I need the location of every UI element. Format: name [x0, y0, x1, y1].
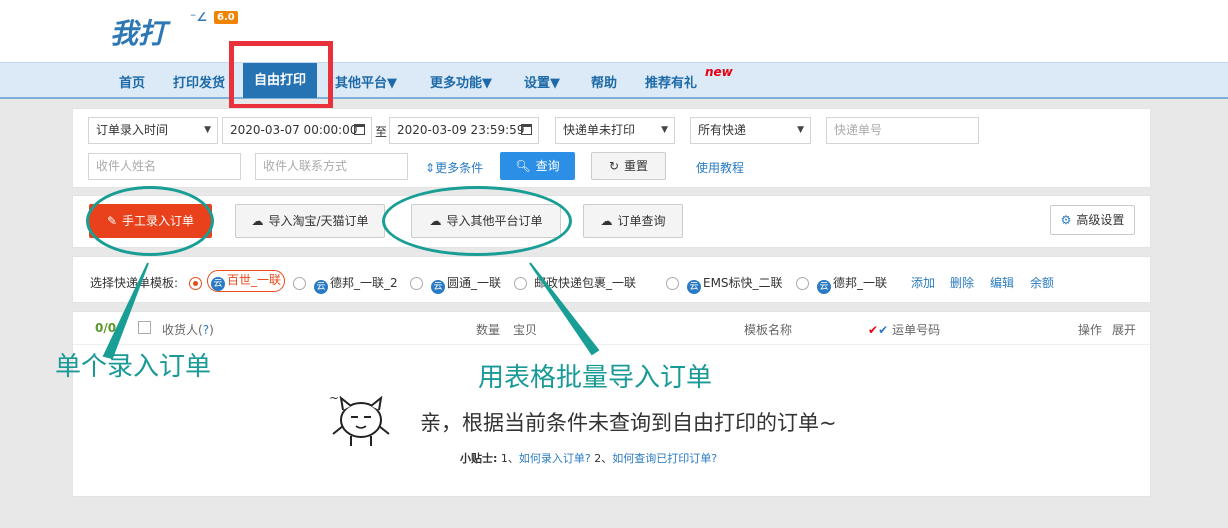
annotation-batch-import: 用表格批量导入订单 — [478, 363, 713, 393]
annotation-single-entry: 单个录入订单 — [55, 352, 212, 382]
annotation-arrows — [102, 262, 600, 360]
